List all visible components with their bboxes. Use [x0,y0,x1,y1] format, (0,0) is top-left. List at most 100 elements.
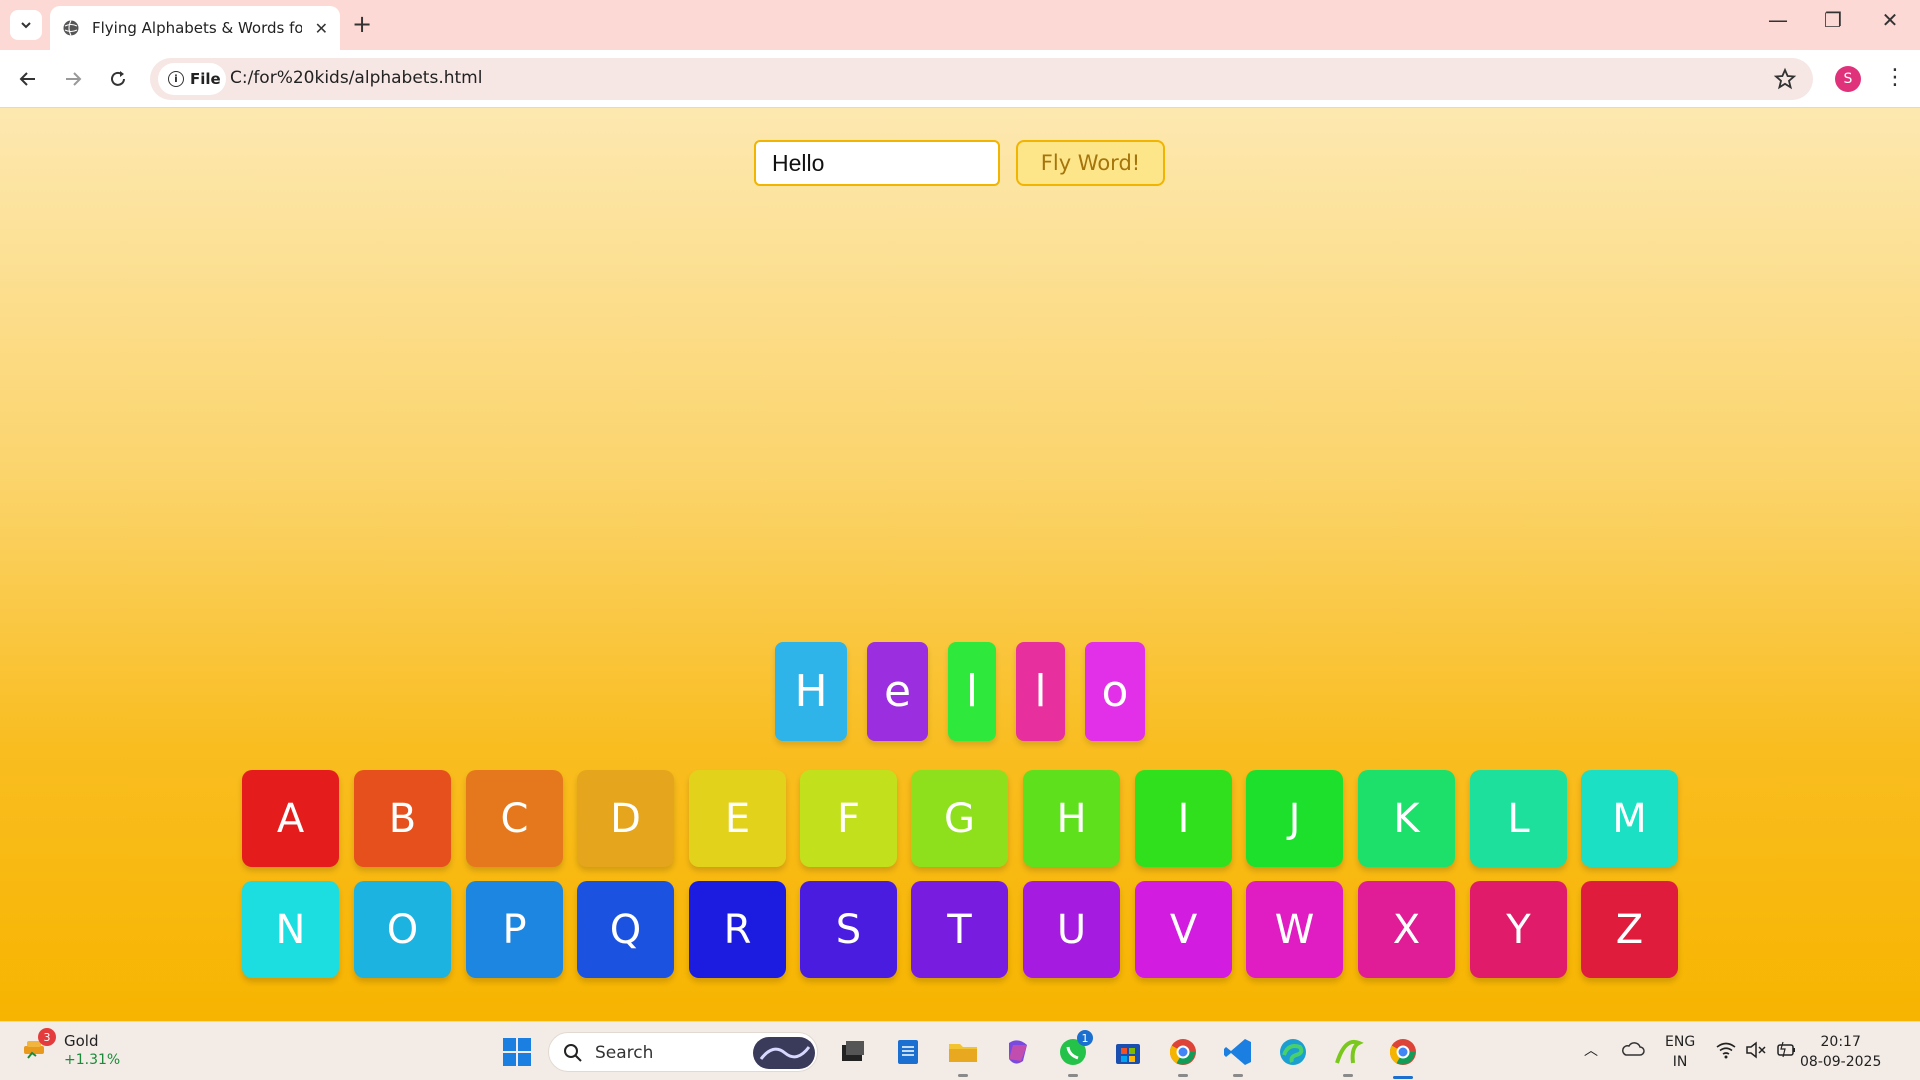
battery-icon[interactable] [1775,1041,1797,1059]
chevron-up-icon[interactable]: ︿ [1584,1040,1598,1060]
widget-name: Gold [64,1032,99,1050]
letter-key-y[interactable]: Y [1470,881,1567,978]
system-clock[interactable]: 20:17 08-09-2025 [1800,1032,1881,1072]
letter-key-o[interactable]: O [354,881,451,978]
fly-word-button[interactable]: Fly Word! [1016,140,1165,186]
copilot-icon[interactable] [1001,1035,1035,1069]
search-highlight-icon [753,1037,815,1069]
key-letter: Y [1506,906,1531,953]
info-icon: i [168,71,184,87]
address-bar[interactable]: i File C:/for%20kids/alphabets.html [150,58,1813,100]
new-tab-button[interactable]: + [352,10,372,38]
letter-key-j[interactable]: J [1246,770,1343,867]
whatsapp-badge: 1 [1077,1030,1093,1046]
key-letter: F [836,795,860,842]
chrome-profile-icon[interactable] [1166,1035,1200,1069]
flying-letter-tile: l [1016,642,1065,741]
letter-key-d[interactable]: D [577,770,674,867]
letter-key-l[interactable]: L [1470,770,1567,867]
letter-key-t[interactable]: T [911,881,1008,978]
word-input[interactable] [754,140,1000,186]
language-indicator[interactable]: ENG IN [1665,1032,1695,1072]
browser-toolbar: i File C:/for%20kids/alphabets.html S ⋮ [0,50,1920,108]
letter-key-u[interactable]: U [1023,881,1120,978]
microsoft-store-icon[interactable] [1111,1035,1145,1069]
restore-button[interactable]: ❐ [1813,8,1853,32]
flying-letter: H [794,666,828,717]
site-info-chip[interactable]: i File [158,63,226,95]
letter-key-c[interactable]: C [466,770,563,867]
taskbar: 3 Gold +1.31% Search 1 ︿ ENG IN 20:17 08… [0,1021,1920,1080]
chrome-active-icon[interactable] [1386,1035,1420,1069]
key-letter: I [1177,795,1190,842]
letter-key-q[interactable]: Q [577,881,674,978]
tab-title: Flying Alphabets & Words for K [92,19,302,37]
letter-key-s[interactable]: S [800,881,897,978]
active-tab[interactable]: Flying Alphabets & Words for K ✕ [50,6,340,50]
flying-letter: l [1034,666,1047,717]
letter-key-k[interactable]: K [1358,770,1455,867]
letter-key-p[interactable]: P [466,881,563,978]
letter-key-n[interactable]: N [242,881,339,978]
running-indicator [1233,1074,1243,1077]
key-letter: W [1274,906,1315,953]
flying-letter-tile: H [775,642,847,741]
bookmark-star-icon[interactable] [1773,67,1797,91]
profile-avatar[interactable]: S [1835,66,1861,92]
vscode-icon[interactable] [1221,1035,1255,1069]
page-content: Fly Word! H e l l o A B C D E F G H I J … [0,108,1920,1021]
reload-icon [111,71,125,86]
app-a-icon[interactable] [1331,1035,1365,1069]
letter-key-g[interactable]: G [911,770,1008,867]
onedrive-icon[interactable] [1620,1039,1646,1059]
letter-key-e[interactable]: E [689,770,786,867]
key-letter: T [947,906,972,953]
widget-change: +1.31% [64,1052,121,1068]
key-letter: H [1056,795,1087,842]
flying-letter-tile: o [1085,642,1145,741]
letter-key-i[interactable]: I [1135,770,1232,867]
key-letter: R [723,906,752,953]
back-button[interactable] [14,65,42,93]
key-letter: M [1612,795,1647,842]
letter-key-a[interactable]: A [242,770,339,867]
more-menu-icon[interactable]: ⋮ [1884,64,1906,92]
search-label: Search [595,1043,654,1063]
letter-key-m[interactable]: M [1581,770,1678,867]
site-chip-label: File [190,70,221,88]
minimize-button[interactable]: — [1758,8,1798,32]
key-letter: E [724,795,751,842]
letter-key-x[interactable]: X [1358,881,1455,978]
wifi-icon[interactable] [1715,1041,1737,1059]
windows-start-icon[interactable] [500,1035,534,1069]
file-explorer-icon[interactable] [946,1035,980,1069]
key-letter: U [1056,906,1087,953]
task-view-icon[interactable] [836,1035,870,1069]
reload-button[interactable] [104,65,132,93]
letter-key-h[interactable]: H [1023,770,1120,867]
taskbar-search[interactable]: Search [548,1032,818,1072]
letter-key-r[interactable]: R [689,881,786,978]
letter-key-b[interactable]: B [354,770,451,867]
forward-button[interactable] [59,65,87,93]
arrow-right-icon [66,72,82,86]
clock-time: 20:17 [1820,1034,1861,1050]
notepad-icon[interactable] [891,1035,925,1069]
key-letter: N [275,906,306,953]
tab-search-button[interactable] [10,10,42,40]
flying-letter: o [1101,666,1129,717]
url-text[interactable]: C:/for%20kids/alphabets.html [230,68,482,88]
volume-muted-icon[interactable] [1745,1041,1767,1059]
letter-key-w[interactable]: W [1246,881,1343,978]
letter-key-z[interactable]: Z [1581,881,1678,978]
globe-icon [63,20,79,36]
window-close-button[interactable]: ✕ [1870,8,1910,32]
key-letter: S [835,906,862,953]
running-indicator [1343,1074,1353,1077]
chevron-down-icon [21,22,31,29]
key-letter: C [500,795,529,842]
letter-key-f[interactable]: F [800,770,897,867]
letter-key-v[interactable]: V [1135,881,1232,978]
edge-icon[interactable] [1276,1035,1310,1069]
tab-close-icon[interactable]: ✕ [315,19,328,38]
